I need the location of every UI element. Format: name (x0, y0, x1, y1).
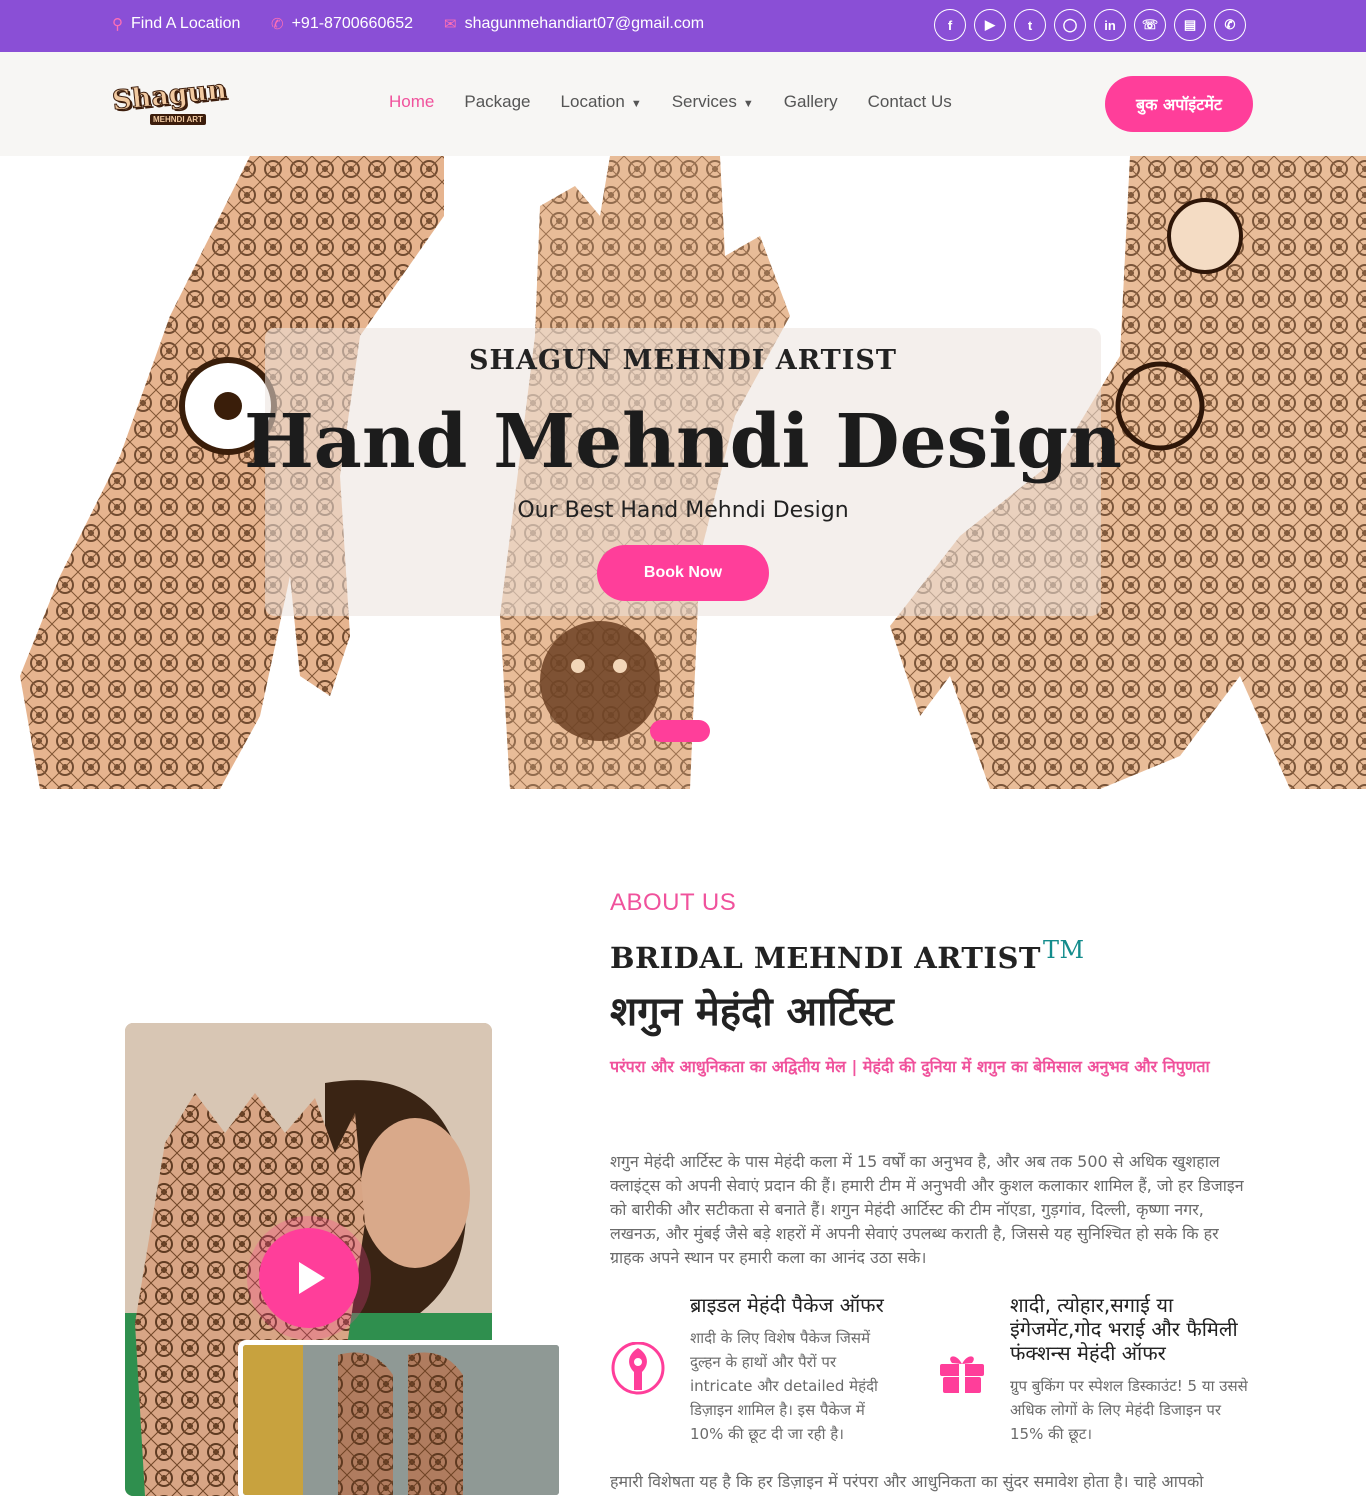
primary-nav: Home Package Location ▼ Services ▼ Gallery… (389, 92, 952, 112)
trademark-mark: TM (1043, 936, 1085, 964)
chevron-down-icon: ▼ (630, 98, 642, 110)
henna-cone-icon (610, 1341, 666, 1398)
envelope-icon: ✉ (444, 16, 457, 33)
find-location-label: Find A Location (131, 15, 241, 32)
logo-wordmark: Shagun (110, 74, 229, 118)
about-heading-text: BRIDAL MEHNDI ARTIST (610, 941, 1041, 975)
book-appointment-button[interactable]: बुक अपॉइंटमेंट (1105, 76, 1253, 132)
gift-icon (934, 1346, 990, 1402)
nav-gallery[interactable]: Gallery (784, 92, 838, 112)
feet-henna-image (243, 1345, 559, 1495)
slider-active-dot[interactable] (650, 720, 710, 742)
nav-services-label: Services (671, 92, 737, 111)
about-section-label: ABOUT US (610, 889, 737, 916)
about-heading: BRIDAL MEHNDI ARTISTTM (610, 936, 1085, 975)
family-offer-text: ग्रुप बुकिंग पर स्पेशल डिस्काउंट! 5 या उ… (1010, 1377, 1248, 1443)
bridal-offer-text: शादी के लिए विशेष पैकेज जिसमें दुल्हन के… (690, 1329, 878, 1443)
phone-icon: ✆ (271, 16, 284, 33)
nav-home[interactable]: Home (389, 92, 434, 112)
about-tagline: परंपरा और आधुनिकता का अद्वितीय मेल | मेह… (610, 1057, 1210, 1076)
facebook-icon[interactable]: f (934, 9, 966, 41)
top-contact-bar: ⚲ Find A Location ✆ +91-8700660652 ✉ sha… (0, 0, 1366, 52)
about-continued-text: हमारी विशेषता यह है कि हर डिज़ाइन में पर… (610, 1472, 1204, 1491)
find-location-link[interactable]: ⚲ Find A Location (112, 15, 240, 33)
bridal-offer-title: ब्राइडल मेहंदी पैकेज ऑफर (690, 1293, 884, 1317)
nav-contact[interactable]: Contact Us (868, 92, 952, 112)
about-paragraph: शगुन मेहंदी आर्टिस्ट के पास मेहंदी कला म… (610, 1152, 1244, 1267)
map-pin-icon: ⚲ (112, 16, 123, 33)
whatsapp-icon[interactable]: ☏ (1134, 9, 1166, 41)
chevron-down-icon: ▼ (742, 98, 754, 110)
hero-slider: SHAGUN MEHNDI ARTIST Hand Mehndi Design … (0, 156, 1366, 789)
about-feet-photo (238, 1340, 564, 1500)
site-logo[interactable]: Shagun MEHNDI ART (110, 74, 232, 132)
phone-number: +91-8700660652 (291, 15, 414, 32)
nav-location[interactable]: Location ▼ (561, 92, 642, 112)
nav-services[interactable]: Services ▼ (672, 92, 754, 112)
twitter-icon[interactable]: t (1014, 9, 1046, 41)
nav-location-label: Location (560, 92, 625, 111)
youtube-icon[interactable]: ▶ (974, 9, 1006, 41)
blog-icon[interactable]: ▤ (1174, 9, 1206, 41)
nav-package[interactable]: Package (464, 92, 530, 112)
hero-title: Hand Mehndi Design (244, 399, 1122, 485)
logo-subtitle: MEHNDI ART (150, 114, 206, 125)
hero-kicker: SHAGUN MEHNDI ARTIST (469, 345, 897, 376)
family-offer-title: शादी, त्योहार,सगाई या इंगेजमेंट,गोद भराई… (1010, 1293, 1238, 1365)
play-icon (299, 1262, 325, 1294)
phone-link[interactable]: ✆ +91-8700660652 (271, 15, 413, 33)
email-link[interactable]: ✉ shagunmehandiart07@gmail.com (444, 15, 704, 33)
book-now-button[interactable]: Book Now (597, 545, 769, 601)
hero-subtitle: Our Best Hand Mehndi Design (517, 498, 849, 523)
play-video-button[interactable] (259, 1228, 359, 1328)
instagram-icon[interactable]: ◯ (1054, 9, 1086, 41)
email-address: shagunmehandiart07@gmail.com (464, 15, 705, 32)
linkedin-icon[interactable]: in (1094, 9, 1126, 41)
about-heading-hindi: शगुन मेहंदी आर्टिस्ट (610, 989, 894, 1035)
phone-call-icon[interactable]: ✆ (1214, 9, 1246, 41)
social-links: f ▶ t ◯ in ☏ ▤ ✆ (934, 9, 1246, 41)
